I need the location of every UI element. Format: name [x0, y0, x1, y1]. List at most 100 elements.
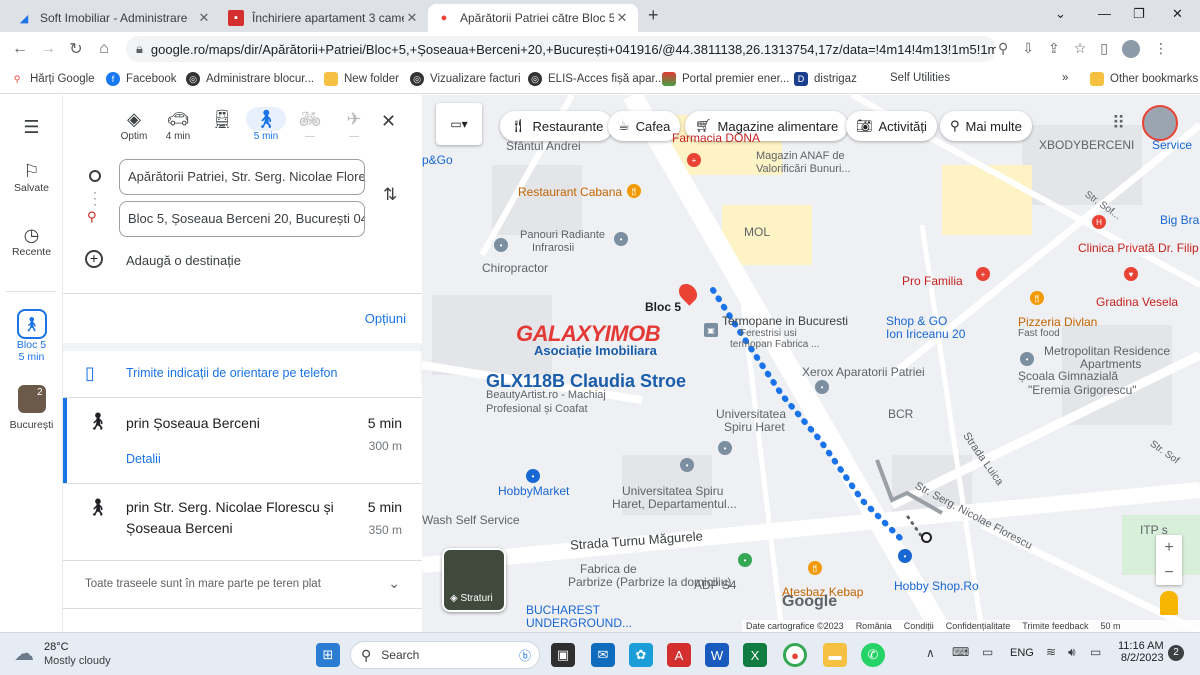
hobby-market-pin-icon[interactable]: • — [526, 469, 540, 483]
zoom-in-icon[interactable]: + — [1156, 535, 1182, 560]
hamburger-menu-icon[interactable]: ☰ — [0, 117, 63, 138]
tab-search-chevron-icon[interactable]: ⌄ — [1055, 6, 1066, 22]
apps-grid-icon[interactable]: ⠿ — [1112, 113, 1125, 134]
bookmark-new-folder[interactable]: New folder — [324, 72, 399, 86]
reload-icon[interactable]: ↻ — [62, 39, 90, 59]
saved-button[interactable]: ⚐ Salvate — [0, 161, 63, 194]
mode-car[interactable]: 🚗︎ 4 min — [158, 107, 198, 142]
network-icon[interactable]: ▭ — [1090, 645, 1101, 659]
send-to-phone-link[interactable]: Trimite indicații de orientare pe telefo… — [126, 366, 337, 380]
bookmark-self-utilities[interactable]: Self Utilities — [890, 72, 950, 84]
address-bar[interactable]: 🔒︎ google.ro/maps/dir/Apărătorii+Patriei… — [126, 36, 996, 62]
close-tab-icon[interactable]: ✕ — [404, 10, 420, 26]
word-icon[interactable]: W — [705, 643, 729, 667]
bookmark-vizualizare[interactable]: ◎ Vizualizare facturi — [410, 72, 521, 86]
adobe-icon[interactable]: A — [667, 643, 691, 667]
back-arrow-icon[interactable]: ← — [6, 40, 34, 58]
close-directions-icon[interactable]: ✕ — [381, 111, 396, 132]
add-destination-icon[interactable]: + — [85, 250, 103, 268]
zoom-out-icon[interactable]: − — [1156, 560, 1182, 585]
chip-restaurants[interactable]: 🍴︎ Restaurante — [500, 111, 614, 141]
bookmark-administrare[interactable]: ◎ Administrare blocur... — [186, 72, 314, 86]
whatsapp-icon[interactable]: ✆ — [861, 643, 885, 667]
mode-transit[interactable]: 🚆︎ — [202, 107, 242, 131]
forward-arrow-icon[interactable]: → — [34, 40, 62, 58]
battery-icon[interactable]: ▭ — [982, 645, 993, 659]
map-canvas[interactable]: 🍴︎ Restaurante ☕︎ Cafea 🛒︎ Magazine aliment… — [422, 95, 1200, 632]
university-pin-icon[interactable]: • — [718, 441, 732, 455]
language-indicator[interactable]: ENG — [1010, 647, 1034, 659]
health-pin-icon[interactable]: + — [976, 267, 990, 281]
hobby-shop-pin-icon[interactable]: • — [898, 549, 912, 563]
star-icon[interactable]: ☆ — [1074, 40, 1087, 58]
more-bookmarks-icon[interactable]: » — [1062, 72, 1068, 84]
pizza-pin-icon[interactable]: 🍴︎ — [1030, 291, 1044, 305]
keyboard-icon[interactable]: ⌨ — [952, 645, 969, 659]
wifi-icon[interactable]: ≋ — [1046, 645, 1056, 659]
volume-icon[interactable]: 🔊︎ — [1068, 645, 1076, 660]
kebab-pin-icon[interactable]: 🍴︎ — [808, 561, 822, 575]
new-tab-plus-icon[interactable]: + — [648, 5, 659, 26]
recent-bucuresti[interactable]: 2 București — [0, 385, 63, 431]
location-icon[interactable]: ⚲ — [998, 40, 1008, 58]
tab-inchiriere[interactable]: ▪ Închiriere apartament 3 camere ✕ — [220, 4, 428, 32]
print-pin-icon[interactable]: • — [815, 380, 829, 394]
mode-bike[interactable]: 🚲︎ — — [290, 107, 330, 142]
keyboard-input-icon[interactable]: ▭▾ — [436, 103, 482, 145]
gradina-pin-icon[interactable]: ♥ — [1124, 267, 1138, 281]
weather-temp[interactable]: 28°C — [44, 641, 69, 653]
origin-input[interactable]: Apărătorii Patriei, Str. Serg. Nicolae F… — [119, 159, 365, 195]
tab-soft-imobiliar[interactable]: ◢ Soft Imobiliar - Administrare ✕ — [8, 4, 220, 32]
destination-input[interactable]: Bloc 5, Șoseaua Berceni 20, București 04… — [119, 201, 365, 237]
share-icon[interactable]: ⇪ — [1048, 40, 1060, 58]
weather-desc[interactable]: Mostly cloudy — [44, 655, 111, 667]
chip-more[interactable]: ⚲ Mai multe — [940, 111, 1032, 141]
bookmark-other[interactable]: Other bookmarks — [1090, 72, 1198, 86]
recent-bloc5[interactable]: 🚶︎ Bloc 5 5 min — [0, 309, 63, 363]
chrome-icon[interactable]: ● — [783, 643, 807, 667]
account-avatar[interactable] — [1142, 105, 1178, 141]
mode-flight[interactable]: ✈︎ — — [334, 107, 374, 142]
close-tab-icon[interactable]: ✕ — [614, 10, 630, 26]
options-button[interactable]: Opțiuni — [365, 311, 406, 326]
bookmark-facebook[interactable]: f Facebook — [106, 72, 177, 86]
recent-button[interactable]: ◷ Recente — [0, 225, 63, 258]
mail-icon[interactable]: ✉ — [591, 643, 615, 667]
chip-cafea[interactable]: ☕︎ Cafea — [608, 111, 681, 141]
task-view-icon[interactable]: ▣ — [551, 643, 575, 667]
tab-google-maps[interactable]: ● Apărătorii Patriei către Bloc 5 - G ✕ — [428, 4, 638, 32]
route-option-2[interactable]: 🚶︎ prin Str. Serg. Nicolae Florescu și Ș… — [63, 484, 422, 560]
menu-kebab-icon[interactable]: ⋮ — [1154, 40, 1168, 58]
weather-cloud-icon[interactable]: ☁︎ — [14, 641, 34, 666]
swap-icon[interactable]: ⇅ — [383, 185, 397, 205]
expand-chevron-icon[interactable]: ⌄ — [388, 575, 400, 592]
mode-best[interactable]: ◈ Optim — [114, 107, 154, 142]
poi-pin-icon[interactable]: • — [494, 238, 508, 252]
home-icon[interactable]: ⌂ — [90, 40, 118, 58]
taskbar-search[interactable]: ⚲ Search ⓑ — [350, 641, 540, 669]
store-pin-icon[interactable]: ▣ — [704, 323, 718, 337]
bookmark-portal-premier[interactable]: Portal premier ener... — [662, 72, 789, 86]
excel-icon[interactable]: X — [743, 643, 767, 667]
poi-pin-icon[interactable]: • — [680, 458, 694, 472]
pegman-icon[interactable] — [1160, 591, 1178, 615]
close-tab-icon[interactable]: ✕ — [196, 10, 212, 26]
clock[interactable]: 11:16 AM 8/2/2023 — [1118, 640, 1164, 664]
profile-avatar[interactable] — [1122, 40, 1141, 58]
tray-chevron-icon[interactable]: ∧ — [926, 646, 935, 660]
minimize-icon[interactable]: — — [1098, 6, 1111, 21]
pharmacy-pin-icon[interactable]: + — [687, 153, 701, 167]
photos-icon[interactable]: ✿ — [629, 643, 653, 667]
close-window-icon[interactable]: ✕ — [1172, 6, 1183, 22]
route-option-1[interactable]: 🚶︎ prin Șoseaua Berceni 5 min 300 m Deta… — [63, 398, 422, 483]
bookmark-distrigaz[interactable]: Ddistrigaz — [794, 72, 857, 86]
clinic-pin-icon[interactable]: H — [1092, 215, 1106, 229]
file-explorer-icon[interactable]: ▬ — [823, 643, 847, 667]
school-pin-icon[interactable]: • — [1020, 352, 1034, 366]
notification-badge[interactable]: 2 — [1168, 645, 1184, 661]
install-icon[interactable]: ⇩ — [1022, 40, 1034, 58]
bookmark-harti-google[interactable]: ⚲ Hărți Google — [10, 72, 95, 86]
add-destination-button[interactable]: Adaugă o destinație — [126, 253, 241, 268]
mode-walk[interactable]: 🚶︎ 5 min — [246, 107, 286, 142]
shop-pin-icon[interactable]: • — [614, 232, 628, 246]
